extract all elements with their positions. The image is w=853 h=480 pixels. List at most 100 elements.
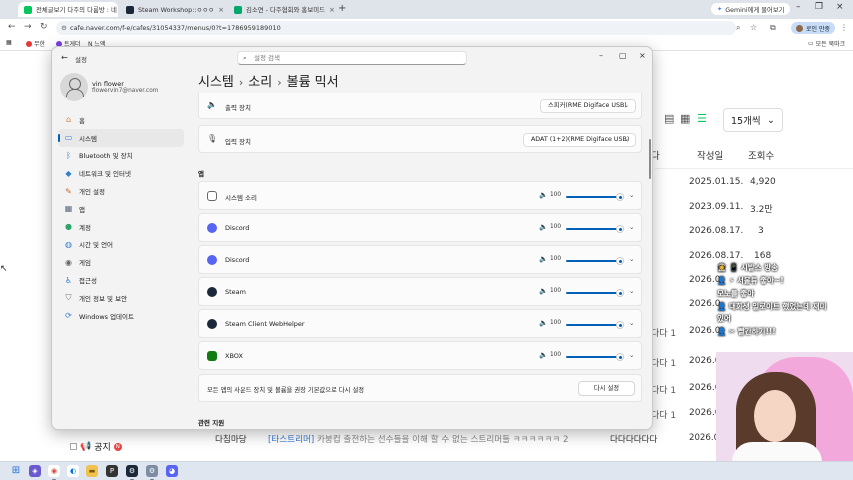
notice-item[interactable]: 📢 공지 N <box>70 440 122 453</box>
settings-gear-icon[interactable]: ⚙ <box>146 465 158 480</box>
volume-slider-thumb[interactable] <box>616 321 624 329</box>
row-author[interactable]: 다다다다다다 <box>610 433 657 445</box>
reset-button[interactable]: 다시 설정 <box>578 381 635 396</box>
output-device-select[interactable]: 스피커(RME Digiface USB) ⌄ <box>540 99 636 113</box>
speaker-icon[interactable]: 🔈 <box>539 255 548 263</box>
chrome-icon[interactable]: ◉ <box>48 465 60 480</box>
sidebar-item-gaming[interactable]: ◉ 게임 <box>58 253 184 271</box>
volume-slider[interactable] <box>566 228 620 230</box>
volume-slider[interactable] <box>566 196 620 198</box>
row-author[interactable]: 다다 1 <box>651 326 676 339</box>
copilot-icon[interactable]: ◈ <box>29 465 41 477</box>
speaker-icon[interactable]: 🔈 <box>539 351 548 359</box>
volume-slider-thumb[interactable] <box>616 353 624 361</box>
list-view-icon[interactable]: ☰ <box>697 112 707 125</box>
app-volume-row[interactable]: XBOX 🔈 100 ⌄ <box>198 341 642 370</box>
breadcrumb-system[interactable]: 시스템 <box>198 75 234 90</box>
sidebar-item-apps[interactable]: ▦ 앱 <box>58 200 184 218</box>
sidebar-item-accounts[interactable]: ● 계정 <box>58 218 184 236</box>
sidebar-item-privacy[interactable]: ⛉ 개인 정보 및 보안 <box>58 289 184 307</box>
all-bookmarks-folder[interactable]: ▭ 모든 북마크 <box>808 39 845 48</box>
avatar[interactable] <box>60 73 88 101</box>
forward-icon[interactable]: → <box>24 22 32 32</box>
chevron-down-icon[interactable]: ⌄ <box>629 287 634 295</box>
app-volume-row[interactable]: 시스템 소리 🔈 100 ⌄ <box>198 181 642 210</box>
card-view-icon[interactable]: ▤ <box>664 112 674 125</box>
speaker-icon[interactable]: 🔈 <box>539 223 548 231</box>
sidebar-item-windows-update[interactable]: ⟳ Windows 업데이트 <box>58 307 184 325</box>
sidebar-item-personalization[interactable]: ✎ 개인 설정 <box>58 182 184 200</box>
extensions-icon[interactable]: ⧉ <box>770 23 776 33</box>
minimize-icon[interactable]: – <box>796 2 801 12</box>
app-volume-row[interactable]: Discord 🔈 100 ⌄ <box>198 213 642 242</box>
volume-slider-thumb[interactable] <box>616 193 624 201</box>
checkbox-icon[interactable] <box>70 443 77 450</box>
chevron-down-icon[interactable]: ⌄ <box>629 191 634 199</box>
settings-search-input[interactable]: ⌕ 설정 검색 <box>237 51 467 65</box>
close-window-icon[interactable]: × <box>836 2 844 12</box>
address-bar[interactable]: ⚙ cafe.naver.com/f-e/cafes/31054337/menu… <box>56 21 736 35</box>
speaker-icon[interactable]: 🔈 <box>539 287 548 295</box>
volume-slider[interactable] <box>566 260 620 262</box>
maximize-icon[interactable]: ❐ <box>815 2 823 12</box>
sidebar-item-bluetooth[interactable]: ᛒ Bluetooth 및 장치 <box>58 147 184 165</box>
back-icon[interactable]: ← <box>8 22 16 32</box>
close-icon[interactable]: × <box>218 6 224 14</box>
profile-button[interactable]: 로인 만중 <box>791 22 835 34</box>
volume-slider[interactable] <box>566 356 620 358</box>
app-volume-row[interactable]: Steam 🔈 100 ⌄ <box>198 277 642 306</box>
tab-kim-soyeon[interactable]: 김소연 - 다주협회와 홍보미드 × <box>228 2 334 17</box>
steam-icon[interactable]: ⚙ <box>126 465 138 480</box>
back-icon[interactable]: ← <box>61 53 68 62</box>
zoom-icon[interactable]: ⌕ <box>736 23 740 33</box>
volume-slider[interactable] <box>566 324 620 326</box>
speaker-icon[interactable]: 🔈 <box>539 319 548 327</box>
chevron-down-icon[interactable]: ⌄ <box>629 319 634 327</box>
discord-icon[interactable]: ◕ <box>166 465 178 477</box>
sidebar-item-accessibility[interactable]: ♿ 접근성 <box>58 271 184 289</box>
edge-icon[interactable]: ◐ <box>67 465 79 477</box>
app-volume-row[interactable]: Discord 🔈 100 ⌄ <box>198 245 642 274</box>
minimize-icon[interactable]: – <box>599 51 603 60</box>
apps-grid-icon[interactable]: ▦ <box>6 39 12 46</box>
windows-start-icon[interactable]: ⊞ <box>10 465 22 477</box>
row-author[interactable]: 다다 1 <box>651 383 676 396</box>
tab-steam-workshop[interactable]: Steam Workshop::ㅇㅇㅇ × <box>120 2 225 17</box>
chevron-down-icon[interactable]: ⌄ <box>629 223 634 231</box>
grid-view-icon[interactable]: ▦ <box>680 112 690 125</box>
tab-cafe[interactable]: 전체글보기 다주의 다룸방 : 네 × <box>18 2 118 17</box>
close-icon[interactable]: × <box>639 51 646 60</box>
sidebar-item-home[interactable]: ⌂ 홈 <box>58 111 184 129</box>
app-volume-row[interactable]: Steam Client WebHelper 🔈 100 ⌄ <box>198 309 642 338</box>
per-page-select[interactable]: 15개씩 ⌄ <box>723 108 783 132</box>
input-device-select[interactable]: ADAT (1+2)(RME Digiface USB) ⌄ <box>523 133 636 147</box>
menu-icon[interactable]: ⋮ <box>840 23 848 32</box>
chevron-down-icon[interactable]: ⌄ <box>629 351 634 359</box>
media-app-icon[interactable]: P <box>106 465 118 477</box>
comment-count[interactable]: 2 <box>563 435 568 445</box>
volume-slider[interactable] <box>566 292 620 294</box>
bookmark-item[interactable]: 무한 <box>26 39 45 48</box>
volume-slider-thumb[interactable] <box>616 225 624 233</box>
column-header-views[interactable]: 조회수 <box>748 148 774 162</box>
scrollbar[interactable] <box>649 139 651 179</box>
star-icon[interactable]: ☆ <box>750 23 757 32</box>
close-icon[interactable]: × <box>329 6 334 14</box>
file-explorer-icon[interactable]: ▬ <box>86 465 98 477</box>
volume-slider-thumb[interactable] <box>616 289 624 297</box>
board-category[interactable]: 다침마당 <box>215 433 247 445</box>
post-title-link[interactable]: [타스트리머] 카붕컵 출전하는 선수들을 이해 할 수 없는 스트리머들 ㅋㅋ… <box>268 433 568 445</box>
volume-slider-thumb[interactable] <box>616 257 624 265</box>
site-info-icon[interactable]: ⚙ <box>61 21 67 35</box>
breadcrumb-sound[interactable]: 소리 <box>248 75 272 90</box>
sidebar-item-network[interactable]: ◆ 네트워크 및 인터넷 <box>58 164 184 182</box>
maximize-icon[interactable]: ▢ <box>619 51 627 60</box>
new-tab-button[interactable]: + <box>338 3 346 14</box>
sidebar-item-time-language[interactable]: ◍ 시간 및 언어 <box>58 236 184 254</box>
sidebar-item-system[interactable]: ▭ 시스템 <box>58 128 184 147</box>
speaker-icon[interactable]: 🔈 <box>539 191 548 199</box>
row-author[interactable]: 다다 1 <box>651 408 676 421</box>
row-author[interactable]: 다다 1 <box>651 356 676 369</box>
chevron-down-icon[interactable]: ⌄ <box>629 255 634 263</box>
gemini-button[interactable]: ✦ Gemini에게 물어보기 <box>711 3 791 15</box>
